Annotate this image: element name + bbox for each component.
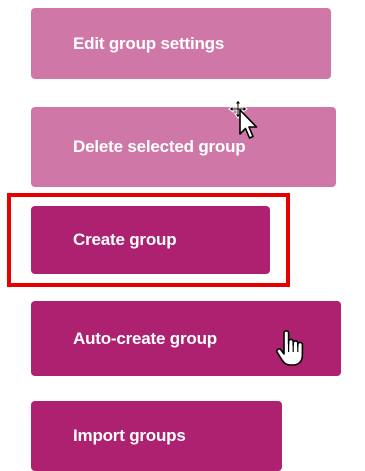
create-group-button[interactable]: Create group: [31, 206, 270, 274]
delete-selected-group-button[interactable]: Delete selected group: [31, 107, 336, 187]
import-groups-button[interactable]: Import groups: [31, 401, 282, 471]
auto-create-group-button[interactable]: Auto-create group: [31, 301, 341, 376]
edit-group-settings-button[interactable]: Edit group settings: [31, 8, 331, 79]
